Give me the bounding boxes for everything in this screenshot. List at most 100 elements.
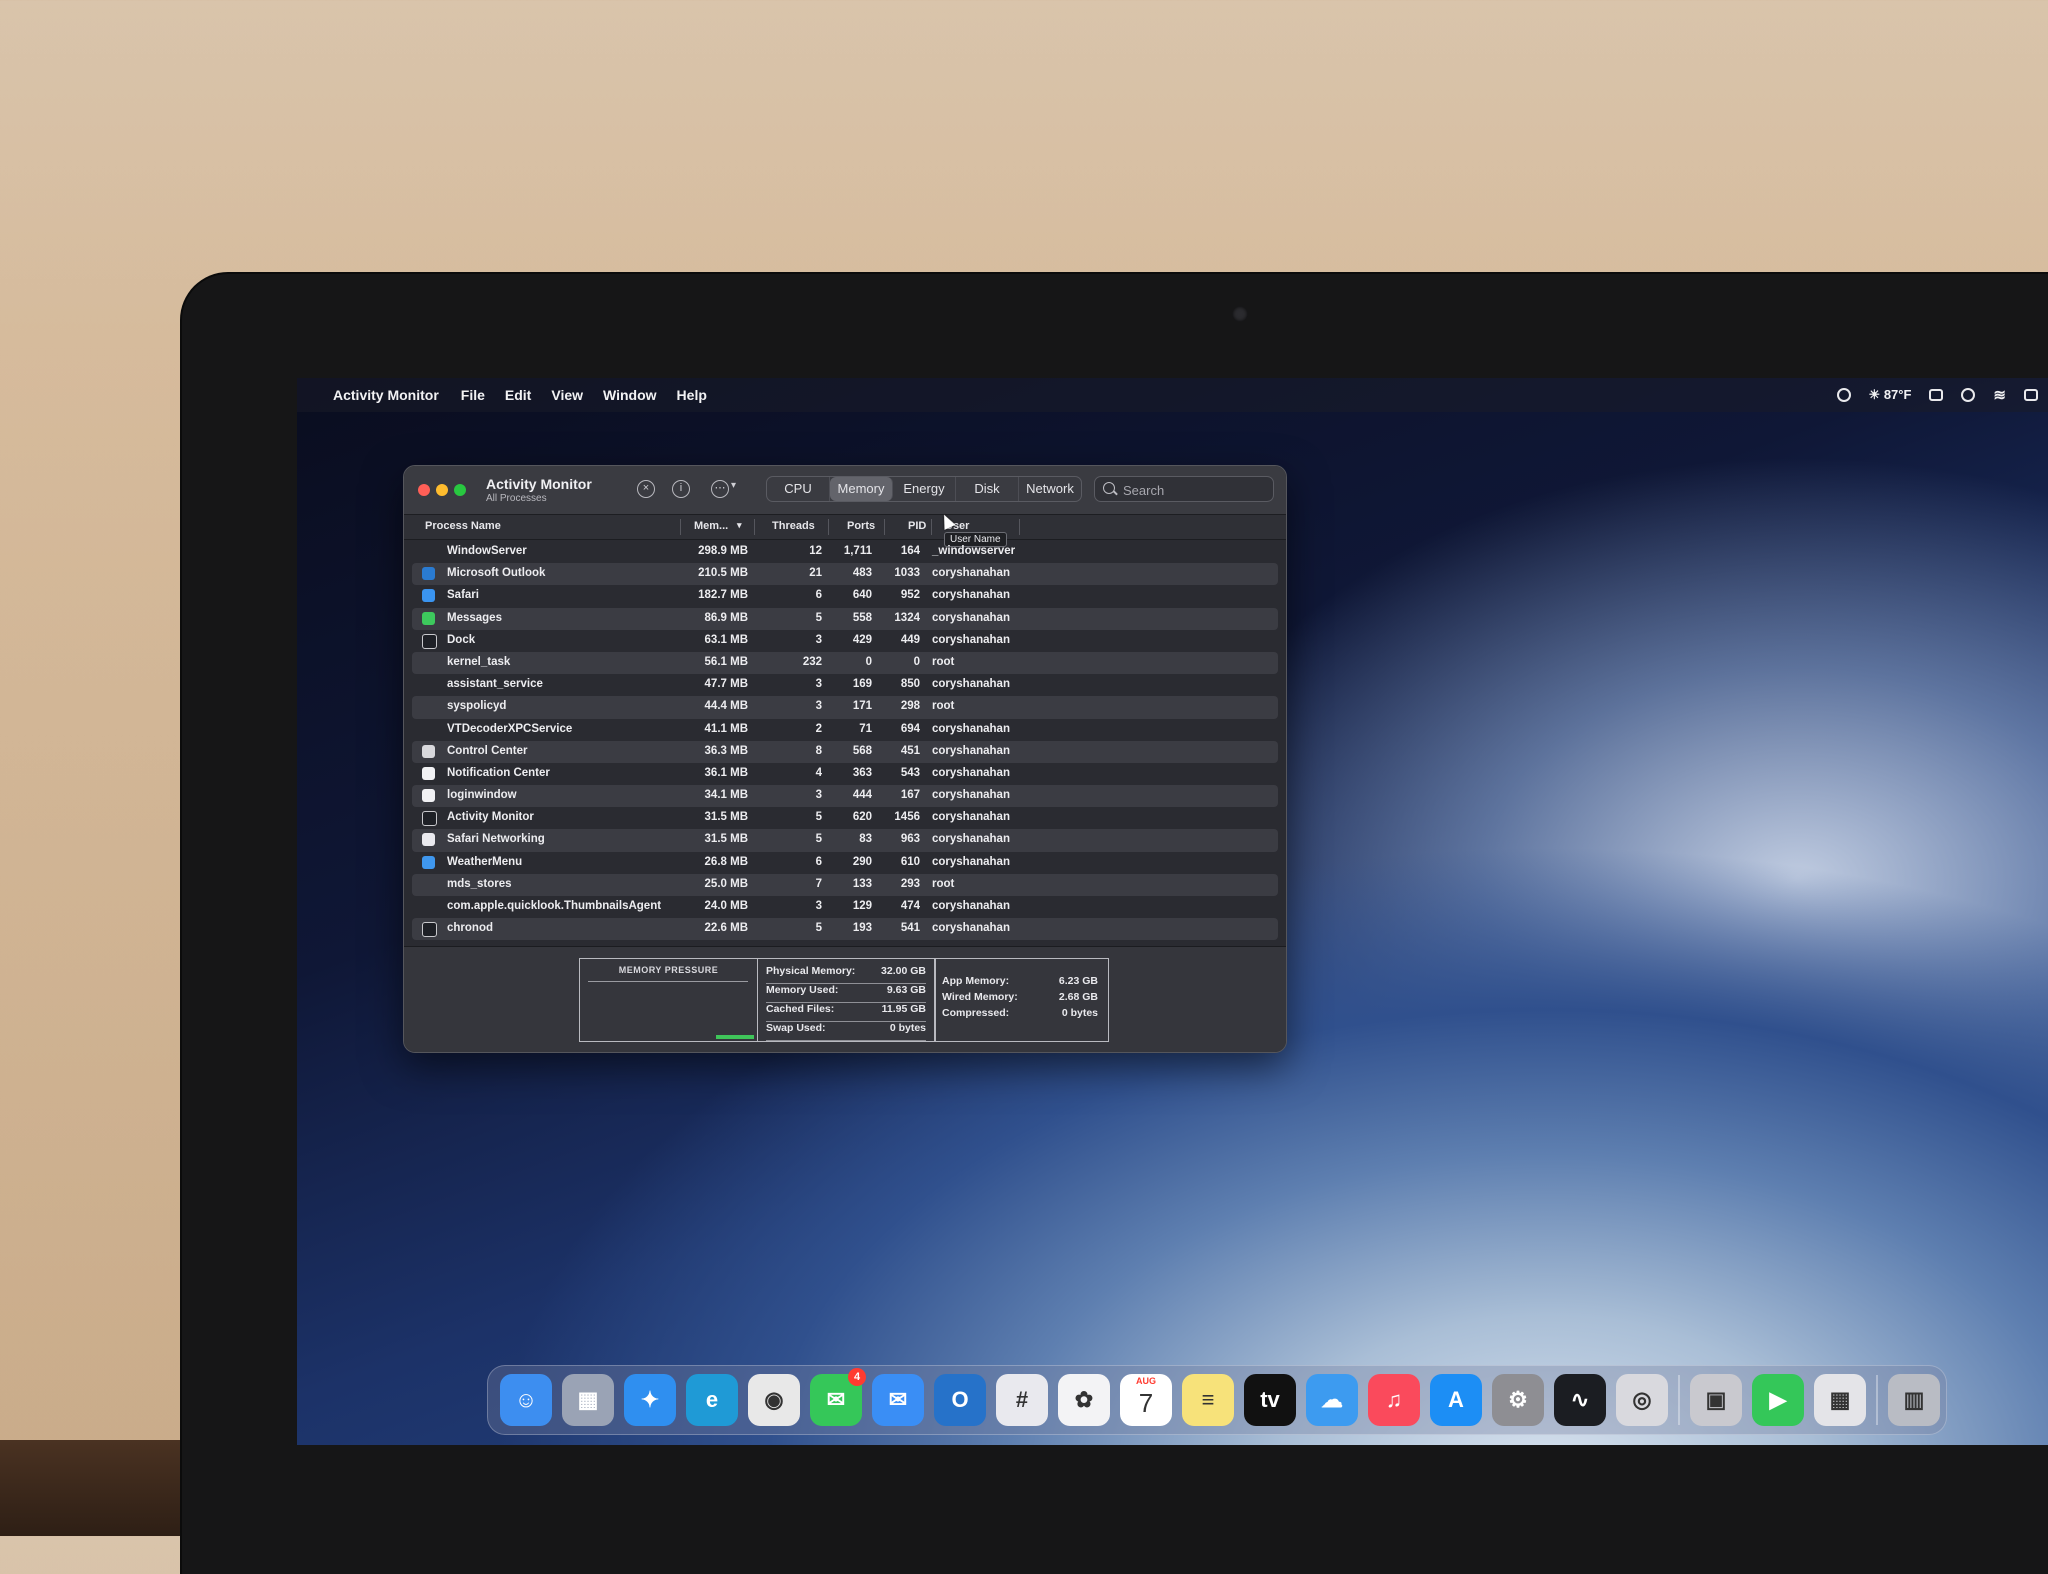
table-row[interactable]: Messages 86.9 MB 5 558 1324 coryshanahan xyxy=(412,607,1278,630)
slack-glyph: # xyxy=(1015,1387,1029,1412)
facetime-icon[interactable]: ▶ xyxy=(1752,1374,1804,1426)
menu-app-name[interactable]: Activity Monitor xyxy=(333,387,439,403)
pid-cell: 543 xyxy=(900,766,920,779)
trash-glyph: ▥ xyxy=(1903,1387,1925,1412)
table-row[interactable]: kernel_task 56.1 MB 232 0 0 root xyxy=(412,651,1278,675)
table-row[interactable]: loginwindow 34.1 MB 3 444 167 coryshanahan xyxy=(412,785,1278,808)
sort-descending-icon: ▾ xyxy=(737,520,742,530)
column-memory[interactable]: Mem... xyxy=(694,520,728,532)
loginwindow-icon xyxy=(422,789,435,803)
chrome-icon[interactable]: ◉ xyxy=(748,1374,800,1426)
table-row[interactable]: mds_stores 25.0 MB 7 133 293 root xyxy=(412,873,1278,896)
outlook-icon[interactable]: O xyxy=(934,1374,986,1426)
memory-stats-panel: MEMORY PRESSURE Physical Memory: 32.00 GB… xyxy=(579,958,1109,1042)
info-icon[interactable]: i xyxy=(672,480,690,498)
launchpad-icon[interactable]: ▦ xyxy=(562,1374,614,1426)
search-input[interactable] xyxy=(1121,480,1273,500)
edge-icon[interactable]: e xyxy=(686,1374,738,1426)
column-divider[interactable] xyxy=(931,519,932,535)
chevron-down-icon[interactable]: ▾ xyxy=(731,480,736,491)
threads-cell: 8 xyxy=(815,744,822,757)
more-options-icon[interactable]: ⋯ xyxy=(711,480,729,498)
user-icon[interactable] xyxy=(1961,388,1976,402)
weather-icon[interactable]: ☁ xyxy=(1306,1374,1358,1426)
table-row[interactable]: Notification Center 36.1 MB 4 363 543 corysha… xyxy=(412,763,1278,785)
table-row[interactable]: WindowServer 298.9 MB 12 1,711 164 _windowser… xyxy=(412,541,1278,563)
stop-process-icon[interactable]: × xyxy=(637,480,655,498)
close-button[interactable] xyxy=(418,484,430,496)
process-name-cell: Activity Monitor xyxy=(447,811,534,824)
column-process-name[interactable]: Process Name xyxy=(425,520,501,532)
table-row[interactable]: Safari Networking 31.5 MB 5 83 963 coryshanah… xyxy=(412,829,1278,852)
column-pid[interactable]: PID xyxy=(908,520,926,532)
minimize-button[interactable] xyxy=(436,484,448,496)
ports-cell: 483 xyxy=(852,567,872,580)
table-row[interactable]: Safari 182.7 MB 6 640 952 coryshanahan xyxy=(412,585,1278,607)
table-row[interactable]: WeatherMenu 26.8 MB 6 290 610 coryshanahan xyxy=(412,852,1278,874)
finder-icon[interactable]: ☺ xyxy=(500,1374,552,1426)
memory-stat-value: 0 bytes xyxy=(889,1022,926,1034)
memory-cell: 31.5 MB xyxy=(704,811,748,824)
pid-cell: 850 xyxy=(900,678,920,691)
column-threads[interactable]: Threads xyxy=(772,520,815,532)
menu-help[interactable]: Help xyxy=(677,387,707,403)
column-divider[interactable] xyxy=(680,519,681,535)
menu-window[interactable]: Window xyxy=(603,387,657,403)
table-row[interactable]: Activity Monitor 31.5 MB 5 620 1456 coryshana… xyxy=(412,807,1278,829)
column-ports[interactable]: Ports xyxy=(847,520,875,532)
menu-view[interactable]: View xyxy=(551,387,583,403)
music-icon[interactable]: ♫ xyxy=(1368,1374,1420,1426)
control-center-icon[interactable] xyxy=(2024,389,2038,401)
dock: ☺ ▦ ✦ e ◉ ✉ 4 ✉ O # ✿ AUG 7 ≡ tv ☁ ♫ A ⚙ ∿ ◎ ▣ ▶ ▦ ▥ xyxy=(487,1365,1947,1435)
preview-icon[interactable]: ▣ xyxy=(1690,1374,1742,1426)
table-row[interactable]: syspolicyd 44.4 MB 3 171 298 root xyxy=(412,696,1278,719)
screenshot-icon[interactable]: ◎ xyxy=(1616,1374,1668,1426)
photos-icon[interactable]: ✿ xyxy=(1058,1374,1110,1426)
memory-cell: 44.4 MB xyxy=(704,700,748,713)
memory-cell: 47.7 MB xyxy=(704,678,748,691)
zoom-button[interactable] xyxy=(454,484,466,496)
calculator-icon[interactable]: ▦ xyxy=(1814,1374,1866,1426)
process-name-cell: Messages xyxy=(447,611,502,624)
table-row[interactable]: com.apple.quicklook.ThumbnailsAgent 24.0 … xyxy=(412,896,1278,918)
apple-tv-icon[interactable]: tv xyxy=(1244,1374,1296,1426)
weather-status[interactable]: ☀ 87°F xyxy=(1869,387,1912,403)
wifi-icon[interactable]: ≋ xyxy=(1993,386,2006,404)
table-row[interactable]: VTDecoderXPCService 41.1 MB 2 71 694 coryshan… xyxy=(412,719,1278,741)
threads-cell: 5 xyxy=(815,833,822,846)
ports-cell: 0 xyxy=(865,655,872,668)
memory-cell: 41.1 MB xyxy=(704,722,748,735)
table-row[interactable]: Control Center 36.3 MB 8 568 451 coryshanahan xyxy=(412,740,1278,763)
search-field[interactable] xyxy=(1094,476,1274,502)
memory-cell: 182.7 MB xyxy=(698,589,748,602)
table-row[interactable]: Microsoft Outlook 210.5 MB 21 483 1033 corysh… xyxy=(412,563,1278,586)
menu-file[interactable]: File xyxy=(461,387,485,403)
slack-icon[interactable]: # xyxy=(996,1374,1048,1426)
tab-disk[interactable]: Disk xyxy=(956,477,1019,501)
notes-icon[interactable]: ≡ xyxy=(1182,1374,1234,1426)
trash-icon[interactable]: ▥ xyxy=(1888,1374,1940,1426)
menu-edit[interactable]: Edit xyxy=(505,387,531,403)
column-divider[interactable] xyxy=(828,519,829,535)
messages-icon[interactable]: ✉ 4 xyxy=(810,1368,866,1426)
app-store-icon[interactable]: A xyxy=(1430,1374,1482,1426)
column-divider[interactable] xyxy=(754,519,755,535)
tab-memory[interactable]: Memory xyxy=(830,477,893,501)
column-divider[interactable] xyxy=(884,519,885,535)
display-icon[interactable] xyxy=(1929,389,1944,401)
table-row[interactable]: Dock 63.1 MB 3 429 449 coryshanahan xyxy=(412,630,1278,652)
mail-icon[interactable]: ✉ xyxy=(872,1374,924,1426)
tab-energy[interactable]: Energy xyxy=(893,477,956,501)
control-strip-icon[interactable] xyxy=(1836,388,1851,402)
calendar-icon[interactable]: AUG 7 xyxy=(1120,1374,1172,1426)
system-preferences-icon[interactable]: ⚙ xyxy=(1492,1374,1544,1426)
column-divider[interactable] xyxy=(1019,519,1020,535)
table-row[interactable]: chronod 22.6 MB 5 193 541 coryshanahan xyxy=(412,918,1278,941)
notification-center-icon xyxy=(422,766,435,780)
table-row[interactable]: assistant_service 47.7 MB 3 169 850 coryshana… xyxy=(412,674,1278,696)
safari-icon[interactable]: ✦ xyxy=(624,1374,676,1426)
tab-cpu[interactable]: CPU xyxy=(767,477,830,501)
activity-monitor-icon[interactable]: ∿ xyxy=(1554,1374,1606,1426)
ports-cell: 133 xyxy=(852,877,872,890)
tab-network[interactable]: Network xyxy=(1019,477,1081,501)
